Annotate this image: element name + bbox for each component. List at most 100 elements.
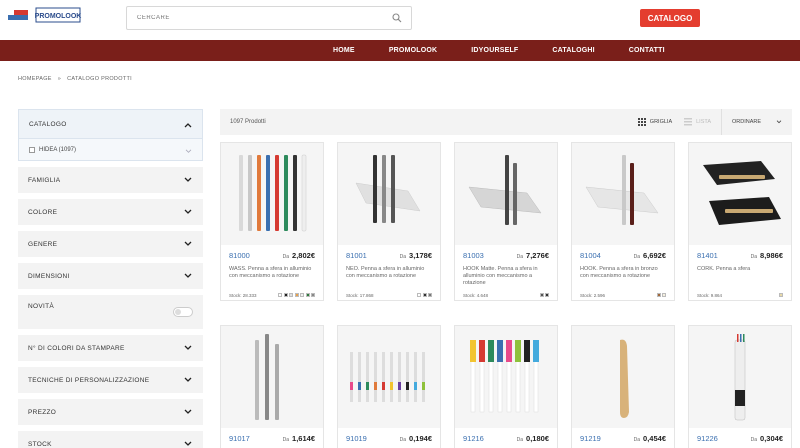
color-swatch[interactable] xyxy=(417,293,421,297)
color-swatch[interactable] xyxy=(422,293,427,297)
filter-colore[interactable]: COLORE xyxy=(18,199,203,225)
hidea-option-label: HIDEA (1097) xyxy=(39,146,77,153)
color-swatch[interactable] xyxy=(656,293,661,297)
color-swatch[interactable] xyxy=(300,293,304,297)
chevron-down-icon xyxy=(183,375,193,385)
product-image[interactable] xyxy=(455,326,557,428)
breadcrumb-separator: » xyxy=(57,76,62,82)
product-image[interactable] xyxy=(572,326,674,428)
chevron-up-icon[interactable] xyxy=(184,115,192,133)
product-stock: Stock: 4.648 xyxy=(463,292,489,298)
color-swatch[interactable] xyxy=(294,293,299,297)
product-code[interactable]: 91216 xyxy=(463,434,484,443)
product-card[interactable]: 81001 Da 3,178€ NEO. Penna a sfera in all… xyxy=(337,142,441,301)
filter-label: STOCK xyxy=(28,440,52,448)
filter-famiglia[interactable]: FAMIGLIA xyxy=(18,167,203,193)
product-card[interactable]: 81003 Da 7,276€ HOOK Matte. Penna a sfera… xyxy=(454,142,558,301)
filter-label: FAMIGLIA xyxy=(28,176,61,184)
product-image[interactable] xyxy=(572,143,674,245)
color-swatch[interactable] xyxy=(311,293,315,297)
product-card[interactable]: 81000 Da 2,802€ WASS. Penna a sfera in al… xyxy=(220,142,324,301)
color-swatch[interactable] xyxy=(545,293,549,297)
product-code[interactable]: 91219 xyxy=(580,434,601,443)
product-image[interactable] xyxy=(455,143,557,245)
list-label: LISTA xyxy=(696,119,711,125)
product-card[interactable]: 81401 Da 8,986€ CORK. Penna a sfera Stock… xyxy=(688,142,792,301)
product-price: 1,614€ xyxy=(292,434,315,443)
product-code[interactable]: 81401 xyxy=(697,251,718,260)
search-input[interactable] xyxy=(127,7,387,29)
list-view-toggle[interactable]: LISTA xyxy=(684,118,711,126)
product-image[interactable] xyxy=(689,326,791,428)
product-code[interactable]: 81004 xyxy=(580,251,601,260)
price-prefix: Da xyxy=(516,254,524,260)
nav-idyourself[interactable]: IDYOURSELF xyxy=(471,47,518,54)
product-code[interactable]: 81003 xyxy=(463,251,484,260)
color-swatches xyxy=(779,293,783,297)
price-prefix: Da xyxy=(516,437,524,443)
filter-label: COLORE xyxy=(28,208,58,216)
color-swatch[interactable] xyxy=(283,293,288,297)
product-card[interactable]: 91226 Da 0,304€ xyxy=(688,325,792,448)
novita-toggle[interactable] xyxy=(173,307,193,317)
nav-home[interactable]: HOME xyxy=(333,47,355,54)
product-code[interactable]: 81000 xyxy=(229,251,250,260)
product-card[interactable]: 91219 Da 0,454€ xyxy=(571,325,675,448)
product-code[interactable]: 91226 xyxy=(697,434,718,443)
product-image[interactable] xyxy=(689,143,791,245)
price-prefix: Da xyxy=(633,437,641,443)
color-swatches xyxy=(417,293,432,297)
product-card[interactable]: 91019 Da 0,194€ xyxy=(337,325,441,448)
catalogo-option-row[interactable]: HIDEA (1097) xyxy=(19,138,202,160)
product-price: 3,178€ xyxy=(409,251,432,260)
color-swatch[interactable] xyxy=(278,293,282,297)
product-image[interactable] xyxy=(338,143,440,245)
color-swatch[interactable] xyxy=(539,293,544,297)
filter-num-colori[interactable]: N° DI COLORI DA STAMPARE xyxy=(18,335,203,361)
nav-promolook[interactable]: PROMOLOOK xyxy=(389,47,437,54)
catalogo-filter-header[interactable]: CATALOGO xyxy=(19,110,202,138)
list-icon xyxy=(684,118,693,126)
filter-genere[interactable]: GENERE xyxy=(18,231,203,257)
hidea-checkbox[interactable] xyxy=(29,146,35,153)
order-dropdown[interactable]: ORDINARE xyxy=(722,119,792,125)
product-code[interactable]: 91019 xyxy=(346,434,367,443)
product-image[interactable] xyxy=(221,326,323,428)
product-code[interactable]: 91017 xyxy=(229,434,250,443)
color-swatch[interactable] xyxy=(662,293,666,297)
product-price: 8,986€ xyxy=(760,251,783,260)
product-code[interactable]: 81001 xyxy=(346,251,367,260)
filter-tecniche[interactable]: TECNICHE DI PERSONALIZZAZIONE xyxy=(18,367,203,393)
color-swatch[interactable] xyxy=(779,293,783,297)
product-price: 0,454€ xyxy=(643,434,666,443)
chevron-down-icon xyxy=(183,407,193,417)
catalogo-button[interactable]: CATALOGO xyxy=(640,9,700,27)
color-swatch[interactable] xyxy=(305,293,310,297)
product-card[interactable]: 81004 Da 6,692€ HOOK. Penna a sfera in br… xyxy=(571,142,675,301)
product-stock: Stock: 9.864 xyxy=(697,292,723,298)
nav-cataloghi[interactable]: CATALOGHI xyxy=(552,47,594,54)
chevron-down-icon xyxy=(183,271,193,281)
filter-dimensioni[interactable]: DIMENSIONI xyxy=(18,263,203,289)
filter-label: GENERE xyxy=(28,240,58,248)
product-description: HOOK Matte. Penna a sfera in alluminio c… xyxy=(463,266,538,286)
filter-prezzo[interactable]: PREZZO xyxy=(18,399,203,425)
filter-stock[interactable]: STOCK xyxy=(18,431,203,448)
color-swatch[interactable] xyxy=(289,293,293,297)
product-image[interactable] xyxy=(338,326,440,428)
promolook-logo[interactable]: PROMOLOOK xyxy=(8,6,82,24)
product-image[interactable] xyxy=(221,143,323,245)
product-description: CORK. Penna a sfera xyxy=(697,266,751,272)
breadcrumb: HOMEPAGE » CATALOGO PRODOTTI xyxy=(18,76,132,82)
breadcrumb-home[interactable]: HOMEPAGE xyxy=(18,76,52,82)
chevron-down-icon xyxy=(183,175,193,185)
color-swatch[interactable] xyxy=(428,293,432,297)
chevron-down-icon[interactable] xyxy=(185,141,192,159)
main-nav: HOME PROMOLOOK IDYOURSELF CATALOGHI CONT… xyxy=(0,40,800,61)
product-card[interactable]: 91017 Da 1,614€ xyxy=(220,325,324,448)
product-card[interactable]: 91216 Da 0,180€ xyxy=(454,325,558,448)
chevron-down-icon xyxy=(183,207,193,217)
search-icon[interactable] xyxy=(387,8,407,28)
nav-contatti[interactable]: CONTATTI xyxy=(629,47,665,54)
grid-view-toggle[interactable]: GRIGLIA xyxy=(637,118,672,126)
